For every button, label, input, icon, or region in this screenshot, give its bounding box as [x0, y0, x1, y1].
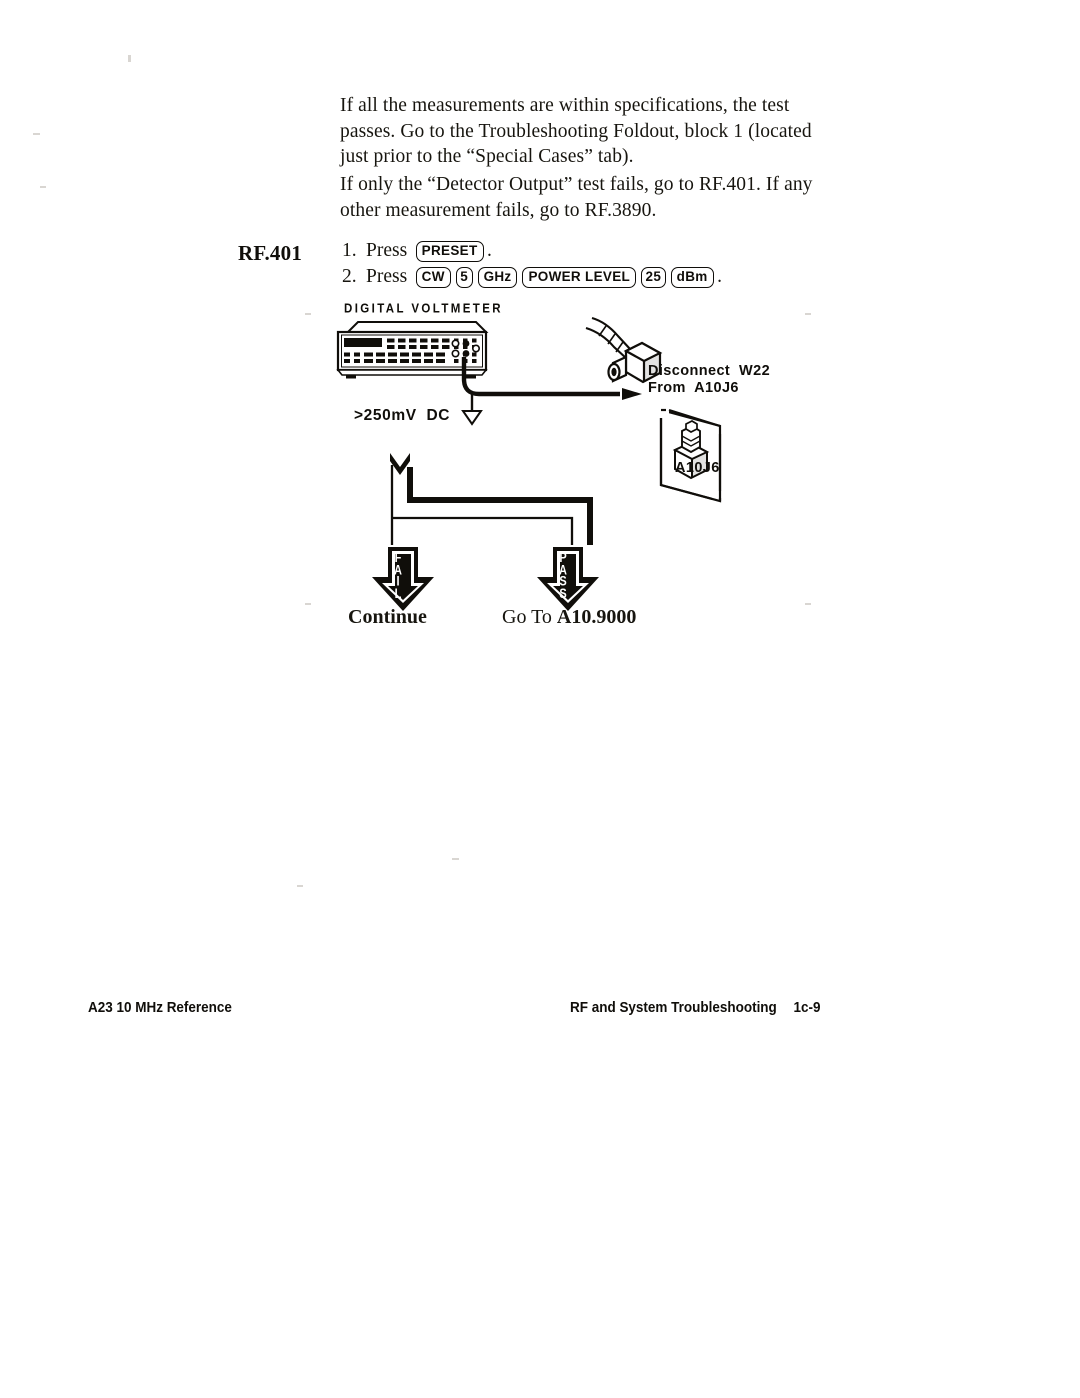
scan-speckle	[305, 603, 311, 605]
footer-section-title: RF and System Troubleshooting	[570, 1000, 777, 1016]
measurement-value-label: >250mV DC	[354, 407, 451, 424]
key-cw[interactable]: CW	[415, 266, 451, 288]
intro-paragraph-1: If all the measurements are within speci…	[340, 95, 812, 167]
scan-speckle	[452, 858, 459, 860]
test-setup-diagram: DIGITAL VOLTMETER >250mV DC Disconnect W…	[330, 295, 770, 640]
step-verb: Press	[366, 240, 408, 261]
lead-arrowhead	[622, 388, 642, 400]
footer-right-text: RF and System Troubleshooting 1c-9	[570, 1000, 821, 1016]
scan-speckle	[805, 313, 811, 315]
flowchart-connectors	[390, 453, 593, 545]
step-number: 2.	[342, 266, 357, 287]
scan-speckle	[297, 885, 303, 887]
scan-speckle	[305, 313, 311, 315]
pass-outcome-target: A10.9000	[556, 606, 637, 628]
step-terminator: .	[487, 240, 492, 261]
step-terminator: .	[717, 266, 722, 287]
scan-speckle	[40, 186, 46, 188]
key-25[interactable]: 25	[641, 266, 666, 288]
fail-arrow-text: FAIL	[394, 550, 402, 602]
scan-speckle	[128, 55, 131, 62]
procedure-step-2: 2. Press CW 5 GHz POWER LEVEL 25 dBm .	[342, 266, 722, 288]
page-number: 1c-9	[793, 1000, 821, 1016]
procedure-id: RF.401	[238, 241, 303, 265]
voltmeter-label: DIGITAL VOLTMETER	[344, 302, 503, 316]
key-5[interactable]: 5	[455, 266, 473, 288]
a10j6-panel	[653, 402, 728, 507]
pass-arrow-text: PASS	[559, 550, 567, 602]
footer-left-text: A23 10 MHz Reference	[88, 1000, 232, 1016]
intro-paragraph-2: If only the “Detector Output” test fails…	[340, 174, 813, 221]
step-verb: Press	[366, 266, 408, 287]
key-power-level[interactable]: POWER LEVEL	[522, 266, 637, 288]
ground-symbol	[461, 410, 483, 426]
procedure-step-1: 1. Press PRESET .	[342, 240, 492, 262]
test-lead-cable	[461, 357, 620, 397]
step-number: 1.	[342, 240, 357, 261]
pass-outcome-label: Go To A10.9000	[502, 606, 636, 629]
scan-speckle	[33, 133, 40, 135]
connector-label-a10j6: A10J6	[675, 460, 720, 476]
scan-speckle	[805, 603, 811, 605]
key-dbm[interactable]: dBm	[670, 266, 714, 288]
disconnect-instruction-label: Disconnect W22 From A10J6	[648, 363, 771, 396]
document-page: If all the measurements are within speci…	[0, 0, 1080, 1398]
fail-outcome-label: Continue	[348, 606, 427, 628]
key-ghz[interactable]: GHz	[477, 266, 518, 288]
pass-outcome-prefix: Go To	[502, 606, 557, 628]
key-preset[interactable]: PRESET	[415, 240, 484, 262]
